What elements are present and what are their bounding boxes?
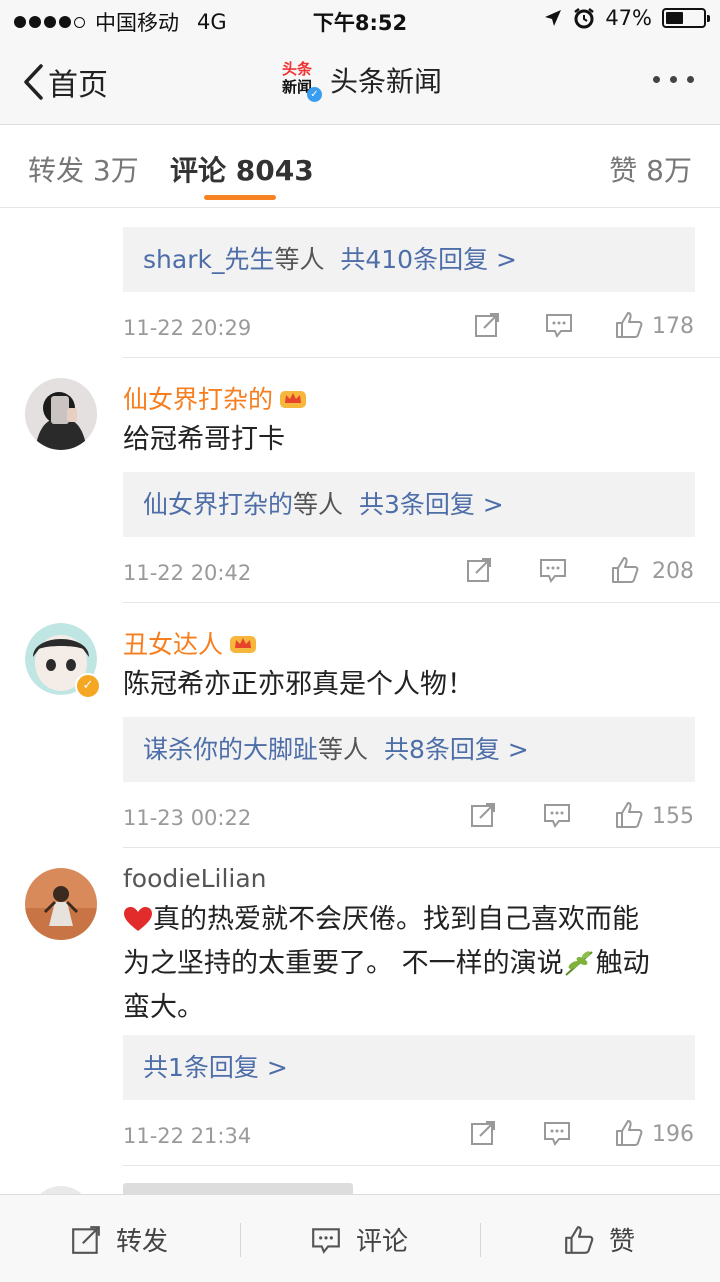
verified-badge-icon: ✓ bbox=[306, 87, 322, 102]
alarm-clock-icon bbox=[574, 8, 595, 29]
comment-icon bbox=[312, 1227, 340, 1254]
share-icon bbox=[72, 1225, 100, 1254]
navigation-bar: 首页 头条 新闻 ✓ 头条新闻 bbox=[0, 40, 720, 125]
more-icon bbox=[653, 76, 660, 83]
reply-names[interactable]: shark_先生 bbox=[143, 245, 274, 274]
reply-summary[interactable]: shark_先生等人 共410条回复 > bbox=[123, 227, 695, 292]
comment-button[interactable]: 评论 bbox=[310, 1221, 408, 1258]
nav-title-group: 头条 新闻 ✓ 头条新闻 bbox=[0, 60, 720, 102]
tab-like[interactable]: 赞 8万 bbox=[609, 149, 692, 189]
like-count: 196 bbox=[652, 1122, 694, 1147]
status-bar: 中国移动 4G 下午8:52 47% bbox=[0, 0, 720, 40]
reply-count[interactable]: 共8条回复 > bbox=[384, 735, 529, 764]
vip-crown-icon bbox=[280, 391, 307, 408]
divider bbox=[480, 1223, 481, 1257]
bottom-action-bar: 转发 评论 赞 bbox=[0, 1194, 720, 1282]
divider bbox=[123, 847, 720, 848]
divider bbox=[240, 1223, 241, 1257]
like-label: 赞 bbox=[609, 1227, 636, 1257]
battery-percent: 47% bbox=[605, 6, 652, 30]
comment-icon[interactable] bbox=[542, 800, 572, 830]
comment-time: 11-22 20:42 bbox=[123, 561, 252, 585]
comment-username[interactable]: foodieLilian bbox=[123, 864, 267, 893]
comment-icon[interactable] bbox=[544, 310, 574, 340]
comment-feed[interactable]: shark_先生等人 共410条回复 > 11-22 20:29 178 仙女界… bbox=[0, 208, 720, 1194]
active-tab-indicator bbox=[204, 195, 276, 200]
reply-count[interactable]: 共3条回复 > bbox=[359, 490, 504, 519]
like-button[interactable]: 赞 bbox=[563, 1221, 635, 1258]
location-arrow-icon bbox=[545, 10, 562, 26]
comment-icon[interactable] bbox=[538, 555, 568, 585]
reply-count[interactable]: 共410条回复 > bbox=[340, 245, 517, 274]
olive-branch-icon bbox=[564, 951, 593, 976]
comment-text: 给冠希哥打卡 bbox=[123, 424, 285, 455]
reply-summary[interactable]: 谋杀你的大脚趾等人 共8条回复 > bbox=[123, 717, 695, 782]
comment-username-cut-off bbox=[123, 1183, 353, 1194]
comment-meta: 11-23 00:22 155 bbox=[123, 798, 694, 838]
more-options-button[interactable] bbox=[653, 76, 694, 83]
comment-meta: 11-22 20:29 178 bbox=[123, 308, 694, 348]
like-count: 208 bbox=[652, 559, 694, 584]
divider bbox=[123, 1165, 720, 1166]
share-icon[interactable] bbox=[472, 310, 502, 340]
comment-text: 陈冠希亦正亦邪真是个人物！ bbox=[123, 669, 474, 700]
share-icon[interactable] bbox=[464, 555, 494, 585]
reply-summary[interactable]: 共1条回复 > bbox=[123, 1035, 695, 1100]
page-title: 头条新闻 bbox=[329, 65, 442, 98]
thumbs-up-icon[interactable] bbox=[614, 800, 644, 830]
thumbs-up-icon[interactable] bbox=[614, 310, 644, 340]
avatar[interactable] bbox=[30, 1186, 92, 1194]
comment-meta: 11-22 21:34 196 bbox=[123, 1116, 694, 1156]
reply-suffix: 等人 bbox=[318, 735, 369, 764]
reply-suffix: 等人 bbox=[293, 490, 344, 519]
comment-icon[interactable] bbox=[542, 1118, 572, 1148]
comment-time: 11-23 00:22 bbox=[123, 806, 252, 830]
thumbs-up-icon[interactable] bbox=[614, 1118, 644, 1148]
avatar[interactable] bbox=[25, 868, 97, 940]
repost-label: 转发 bbox=[116, 1227, 169, 1257]
avatar[interactable]: ✓ bbox=[25, 623, 101, 699]
reply-names[interactable]: 谋杀你的大脚趾 bbox=[143, 735, 318, 764]
clock: 下午8:52 bbox=[312, 11, 408, 35]
comment-time: 11-22 21:34 bbox=[123, 1124, 252, 1148]
share-icon[interactable] bbox=[468, 800, 498, 830]
tab-comment[interactable]: 评论 8043 bbox=[170, 149, 314, 189]
verified-badge-icon: ✓ bbox=[75, 673, 101, 699]
tab-bar: 转发 3万 评论 8043 赞 8万 bbox=[0, 125, 720, 208]
repost-button[interactable]: 转发 bbox=[70, 1221, 168, 1258]
tab-repost[interactable]: 转发 3万 bbox=[28, 149, 139, 189]
reply-summary[interactable]: 仙女界打杂的等人 共3条回复 > bbox=[123, 472, 695, 537]
like-count: 178 bbox=[652, 314, 694, 339]
comment-meta: 11-22 20:42 208 bbox=[123, 553, 694, 593]
battery-icon bbox=[662, 8, 710, 28]
divider bbox=[123, 602, 720, 603]
comment-text: 真的热爱就不会厌倦。找到自己喜欢而能 为之坚持的太重要了。 不一样的演说 触动 蛮… bbox=[123, 904, 650, 1023]
thumbs-up-icon[interactable] bbox=[610, 555, 640, 585]
avatar[interactable] bbox=[25, 378, 97, 450]
divider bbox=[123, 357, 720, 358]
like-count: 155 bbox=[652, 804, 694, 829]
comment-time: 11-22 20:29 bbox=[123, 316, 252, 340]
comment-label: 评论 bbox=[356, 1227, 409, 1257]
vip-crown-icon bbox=[230, 636, 257, 653]
reply-names[interactable]: 仙女界打杂的 bbox=[143, 490, 293, 519]
reply-count[interactable]: 共1条回复 > bbox=[143, 1053, 288, 1082]
share-icon[interactable] bbox=[468, 1118, 498, 1148]
comment-username[interactable]: 仙女界打杂的 bbox=[123, 380, 307, 416]
reply-suffix: 等人 bbox=[274, 245, 325, 274]
toutiao-news-logo: 头条 新闻 ✓ bbox=[278, 60, 322, 102]
heart-icon bbox=[124, 907, 152, 931]
thumbs-up-icon bbox=[565, 1225, 594, 1254]
comment-username[interactable]: 丑女达人 bbox=[123, 625, 257, 661]
